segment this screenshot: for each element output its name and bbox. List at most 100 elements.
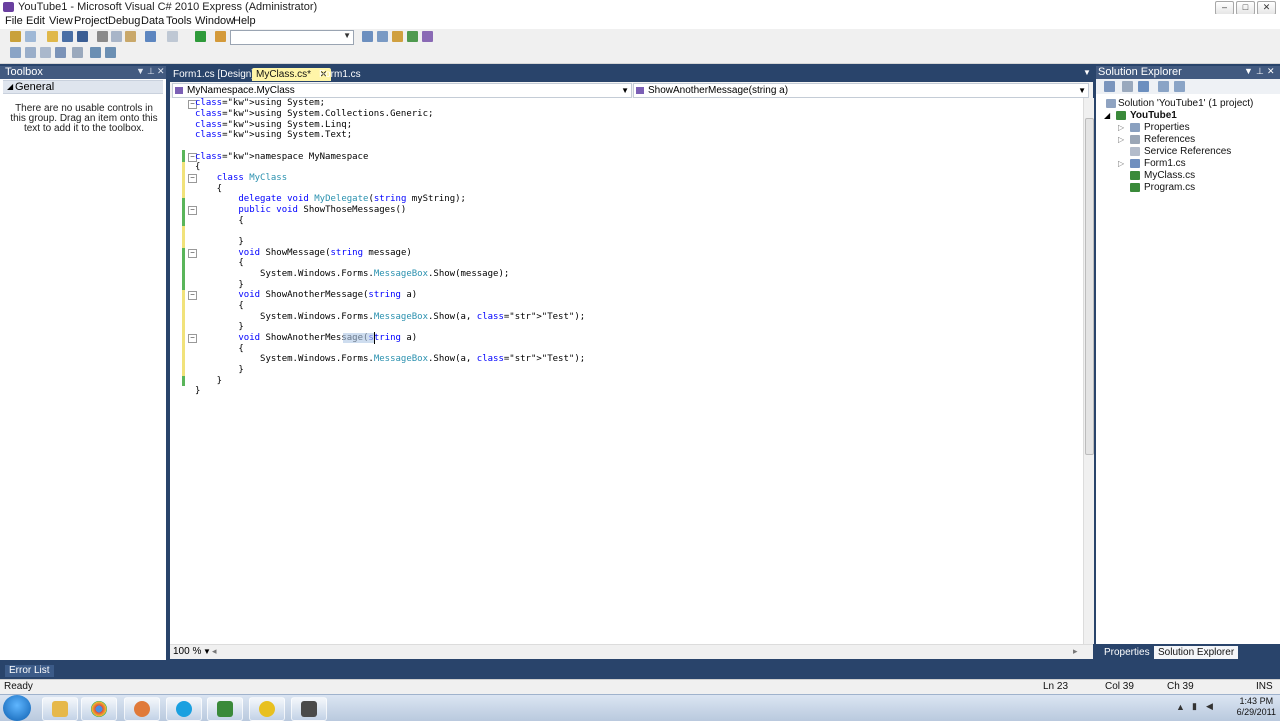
view-code-icon[interactable]: [1158, 81, 1169, 92]
pin-icon[interactable]: ⊥: [147, 66, 155, 77]
show-all-files-icon[interactable]: [1122, 81, 1133, 92]
chevron-down-icon[interactable]: ▼: [1083, 68, 1091, 77]
chevron-down-icon[interactable]: ▼: [203, 647, 211, 656]
properties-icon[interactable]: [377, 31, 388, 42]
object-browser-icon[interactable]: [392, 31, 403, 42]
close-button[interactable]: ✕: [1257, 1, 1276, 15]
maximize-button[interactable]: □: [1236, 1, 1255, 15]
volume-icon[interactable]: ◀: [1206, 701, 1213, 712]
code-line[interactable]: class="kw">using System.Text;: [195, 130, 352, 140]
add-item-icon[interactable]: [25, 31, 36, 42]
chevron-down-icon[interactable]: ▼: [1244, 66, 1253, 76]
taskbar-skype[interactable]: [166, 697, 202, 721]
close-icon[interactable]: ✕: [157, 66, 165, 77]
code-line[interactable]: class="kw">using System.Collections.Gene…: [195, 109, 433, 119]
taskbar-visual-csharp[interactable]: [207, 697, 243, 721]
menu-debug[interactable]: Debug: [108, 15, 140, 27]
code-line[interactable]: System.Windows.Forms.MessageBox.Show(mes…: [195, 269, 509, 279]
paste-icon[interactable]: [125, 31, 136, 42]
complete-word-icon[interactable]: [55, 47, 66, 58]
code-line[interactable]: class MyClass: [195, 173, 287, 183]
comment-icon[interactable]: [90, 47, 101, 58]
zoom-level[interactable]: 100 %: [173, 646, 201, 657]
code-line[interactable]: void ShowAnotherMessage(string a): [195, 333, 417, 343]
toolbox-icon[interactable]: [407, 31, 418, 42]
menu-tools[interactable]: Tools: [166, 15, 192, 27]
refresh-icon[interactable]: [1138, 81, 1149, 92]
tab-properties[interactable]: Properties: [1100, 646, 1154, 659]
code-line[interactable]: }: [195, 237, 243, 247]
find-in-files-icon[interactable]: [215, 31, 226, 42]
menu-project[interactable]: Project: [74, 15, 108, 27]
tree-item-program[interactable]: Program.cs: [1144, 182, 1195, 193]
code-line[interactable]: class="kw">using System;: [195, 98, 325, 108]
menu-file[interactable]: File: [5, 15, 23, 27]
start-page-icon[interactable]: [422, 31, 433, 42]
code-line[interactable]: class="kw">namespace MyNamespace: [195, 152, 368, 162]
minimize-button[interactable]: –: [1215, 1, 1234, 15]
start-debugging-icon[interactable]: [195, 31, 206, 42]
code-line[interactable]: }: [195, 376, 222, 386]
vertical-scrollbar[interactable]: [1083, 98, 1094, 644]
code-line[interactable]: {: [195, 344, 243, 354]
code-line[interactable]: {: [195, 162, 200, 172]
scroll-left-icon[interactable]: ◂: [212, 646, 217, 657]
save-all-icon[interactable]: [77, 31, 88, 42]
start-button[interactable]: [3, 695, 31, 721]
save-icon[interactable]: [62, 31, 73, 42]
code-line[interactable]: }: [195, 386, 200, 396]
taskbar-app-media-encoder[interactable]: [291, 697, 327, 721]
tray-expand-icon[interactable]: ▲: [1176, 702, 1185, 712]
taskbar-chrome[interactable]: [81, 697, 117, 721]
undo-icon[interactable]: [145, 31, 156, 42]
toolbox-group-general[interactable]: ◢ General: [3, 80, 163, 94]
quick-info-icon[interactable]: [40, 47, 51, 58]
tab-form1-design[interactable]: Form1.cs [Design]: [169, 68, 258, 81]
taskbar-media[interactable]: [124, 697, 160, 721]
parameter-info-icon[interactable]: [25, 47, 36, 58]
open-file-icon[interactable]: [47, 31, 58, 42]
class-combo[interactable]: MyNamespace.MyClass ▼: [172, 83, 632, 98]
tree-item-myclass[interactable]: MyClass.cs: [1144, 170, 1195, 181]
code-line[interactable]: void ShowAnotherMessage(string a): [195, 290, 417, 300]
collapse-triangle-icon[interactable]: ◢: [1104, 111, 1110, 120]
code-line[interactable]: {: [195, 216, 243, 226]
scrollbar-thumb[interactable]: [1085, 118, 1094, 455]
decrease-indent-icon[interactable]: [72, 47, 83, 58]
clock[interactable]: 1:43 PM 6/29/2011: [1237, 696, 1276, 718]
expand-triangle-icon[interactable]: ▷: [1118, 159, 1124, 168]
network-icon[interactable]: ▮: [1192, 701, 1197, 712]
expand-triangle-icon[interactable]: ▷: [1118, 123, 1124, 132]
code-line[interactable]: }: [195, 280, 243, 290]
tree-item-form1[interactable]: Form1.cs: [1144, 158, 1186, 169]
pin-icon[interactable]: ⊥: [1256, 66, 1264, 77]
code-line[interactable]: }: [195, 365, 243, 375]
tree-item-service-references[interactable]: Service References: [1144, 146, 1231, 157]
uncomment-icon[interactable]: [105, 47, 116, 58]
code-line[interactable]: void ShowMessage(string message): [195, 248, 411, 258]
tree-item-properties[interactable]: Properties: [1144, 122, 1190, 133]
new-project-icon[interactable]: [10, 31, 21, 42]
tab-solution-explorer[interactable]: Solution Explorer: [1154, 646, 1239, 659]
menu-window[interactable]: Window: [195, 15, 234, 27]
code-line[interactable]: {: [195, 184, 222, 194]
code-editor[interactable]: [170, 98, 1083, 644]
cut-icon[interactable]: [97, 31, 108, 42]
tree-item-project[interactable]: YouTube1: [1130, 110, 1177, 121]
code-line[interactable]: delegate void MyDelegate(string myString…: [195, 194, 466, 204]
tab-form1-code[interactable]: Form1.cs: [315, 68, 365, 81]
error-list-tab[interactable]: Error List: [5, 665, 54, 677]
close-icon[interactable]: ✕: [1267, 66, 1275, 77]
menu-help[interactable]: Help: [233, 15, 256, 27]
member-combo[interactable]: ShowAnotherMessage(string a) ▼: [633, 83, 1089, 98]
expand-triangle-icon[interactable]: ▷: [1118, 135, 1124, 144]
code-line[interactable]: class="kw">using System.Linq;: [195, 120, 352, 130]
code-line[interactable]: {: [195, 258, 243, 268]
copy-icon[interactable]: [111, 31, 122, 42]
member-list-icon[interactable]: [10, 47, 21, 58]
solution-explorer-icon[interactable]: [362, 31, 373, 42]
redo-icon[interactable]: [167, 31, 178, 42]
chevron-down-icon[interactable]: ▼: [136, 66, 145, 76]
code-line[interactable]: System.Windows.Forms.MessageBox.Show(a, …: [195, 354, 585, 364]
menu-data[interactable]: Data: [141, 15, 164, 27]
